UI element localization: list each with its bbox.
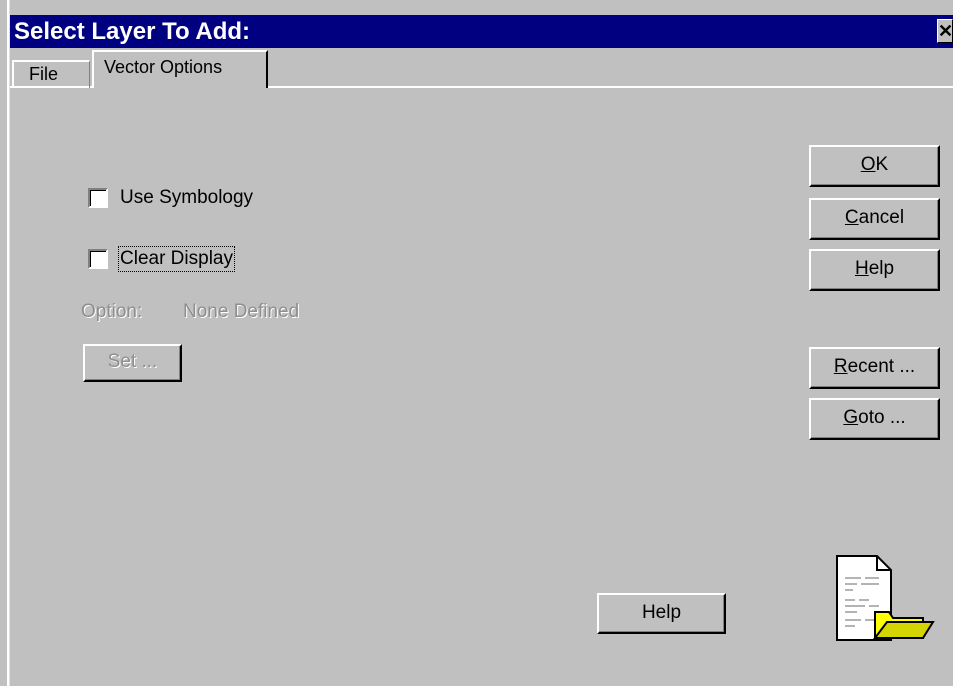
goto-label: oto ... xyxy=(858,407,906,428)
select-layer-dialog: Select Layer To Add: ✕ File Vector Optio… xyxy=(0,0,953,686)
ok-label: K xyxy=(875,154,889,175)
help-mnemonic: H xyxy=(854,258,869,279)
clear-display-label[interactable]: Clear Display xyxy=(118,246,235,272)
tab-vector-options[interactable]: Vector Options xyxy=(92,50,268,88)
recent-label: ecent ... xyxy=(847,356,916,377)
close-button[interactable]: ✕ xyxy=(937,19,953,43)
cancel-button[interactable]: Cancel xyxy=(809,198,940,240)
ok-button[interactable]: OK xyxy=(809,145,940,187)
set-button[interactable]: Set ... xyxy=(83,344,182,382)
ok-mnemonic: O xyxy=(860,154,876,175)
option-label: Option: xyxy=(81,301,143,322)
option-value: None Defined xyxy=(183,301,300,322)
cancel-mnemonic: C xyxy=(844,207,859,228)
goto-mnemonic: G xyxy=(843,407,859,428)
use-symbology-label[interactable]: Use Symbology xyxy=(120,187,253,209)
tab-strip: File Vector Options xyxy=(10,48,953,88)
clear-display-checkbox[interactable] xyxy=(88,249,108,269)
tab-file[interactable]: File xyxy=(12,60,90,88)
use-symbology-row[interactable]: Use Symbology xyxy=(88,185,253,211)
close-icon: ✕ xyxy=(938,21,953,41)
goto-button[interactable]: Goto ... xyxy=(809,398,940,440)
help-button[interactable]: Help xyxy=(809,249,940,291)
bottom-help-button[interactable]: Help xyxy=(597,593,726,634)
recent-mnemonic: R xyxy=(833,356,848,377)
title-bar[interactable]: Select Layer To Add: ✕ xyxy=(10,15,953,48)
help-label: elp xyxy=(868,258,895,279)
use-symbology-checkbox[interactable] xyxy=(88,188,108,208)
window-title: Select Layer To Add: xyxy=(14,18,251,45)
document-folder-icon xyxy=(836,555,935,641)
vector-options-panel: Use Symbology Clear Display Option: None… xyxy=(10,88,953,686)
recent-button[interactable]: Recent ... xyxy=(809,347,940,389)
clear-display-row[interactable]: Clear Display xyxy=(88,246,235,272)
cancel-label: ancel xyxy=(858,207,905,228)
